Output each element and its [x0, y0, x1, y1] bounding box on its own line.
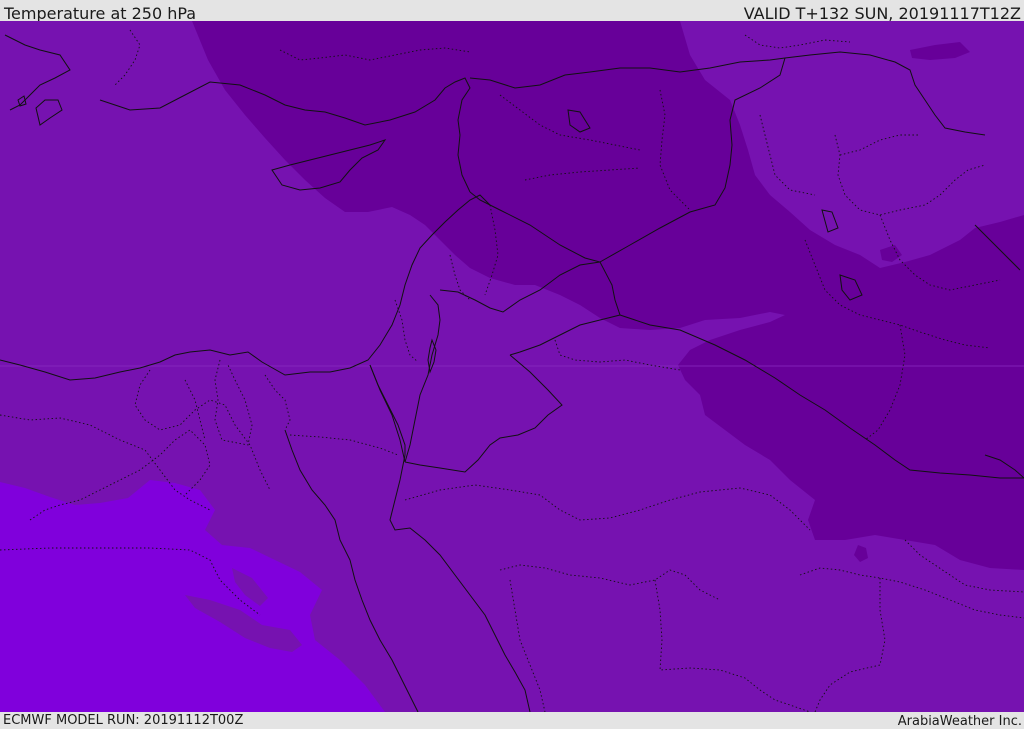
header-bar: Temperature at 250 hPa VALID T+132 SUN, …: [0, 0, 1024, 23]
weather-map-frame: Temperature at 250 hPa VALID T+132 SUN, …: [0, 0, 1024, 729]
credit-label: ArabiaWeather Inc.: [897, 714, 1022, 729]
temperature-map[interactable]: [0, 21, 1024, 712]
map-canvas: [0, 21, 1024, 712]
footer-bar: ECMWF MODEL RUN: 20191112T00Z ArabiaWeat…: [0, 712, 1024, 729]
model-run-label: ECMWF MODEL RUN: 20191112T00Z: [3, 713, 244, 728]
